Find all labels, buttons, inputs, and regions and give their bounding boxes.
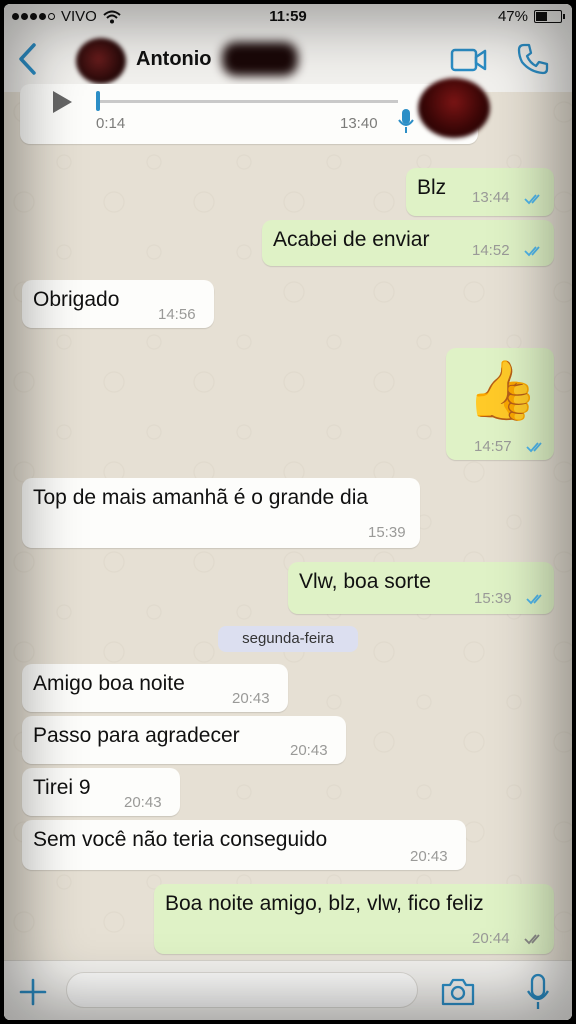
message-text: Tirei 9 [33,776,91,799]
message-outgoing-emoji[interactable]: 👍 14:57 [446,348,554,460]
camera-icon[interactable] [440,977,476,1007]
read-receipt-icon [524,246,540,257]
message-incoming[interactable]: Amigo boa noite 20:43 [22,664,288,712]
play-icon[interactable] [50,90,74,114]
message-text: Boa noite amigo, blz, vlw, fico feliz [165,892,484,915]
delivered-receipt-icon [524,934,540,945]
battery-percent: 47% [497,8,528,25]
message-time: 13:44 [472,189,510,206]
message-time: 20:44 [472,930,510,947]
message-incoming[interactable]: Passo para agradecer 20:43 [22,716,346,764]
mic-icon [398,109,414,133]
message-text: Obrigado [33,288,120,311]
message-time: 13:40 [340,115,378,132]
message-outgoing[interactable]: Blz 13:44 [406,168,554,216]
message-outgoing[interactable]: Vlw, boa sorte 15:39 [288,562,554,614]
contact-name[interactable]: Antonio [136,48,212,71]
message-time: 20:43 [410,848,448,865]
message-text: Vlw, boa sorte [299,570,431,593]
message-outgoing[interactable]: Boa noite amigo, blz, vlw, fico feliz 20… [154,884,554,954]
message-time: 15:39 [368,524,406,541]
message-time: 20:43 [124,794,162,811]
battery-icon [534,10,565,23]
audio-progress-handle[interactable] [96,91,100,111]
message-outgoing[interactable]: Acabei de enviar 14:52 [262,220,554,266]
message-incoming[interactable]: Sem você não teria conseguido 20:43 [22,820,466,870]
message-time: 14:57 [474,438,512,455]
date-separator: segunda-feira [218,626,358,652]
audio-progress-track[interactable] [98,100,398,103]
message-incoming[interactable]: Tirei 9 20:43 [22,768,180,816]
message-time: 14:52 [472,242,510,259]
chat-area[interactable]: 0:14 13:40 Blz 13:44 Acabei de enviar 14… [4,78,572,960]
message-text: Acabei de enviar [273,228,430,251]
back-icon[interactable] [14,42,42,76]
message-time: 20:43 [290,742,328,759]
read-receipt-icon [526,442,542,453]
message-time: 14:56 [158,306,196,323]
mic-icon[interactable] [526,973,550,1011]
audio-duration: 0:14 [96,115,126,132]
message-text: Passo para agradecer [33,724,240,747]
battery-indicator: 47% [497,8,565,25]
screen: VIVO 11:59 47% Antonio 0:14 13:40 Blz 13… [4,4,572,1020]
message-input[interactable] [66,972,418,1008]
sender-avatar [418,78,490,138]
clock: 11:59 [269,8,307,25]
read-receipt-icon [526,594,542,605]
message-text: Blz [417,176,447,199]
audio-message[interactable]: 0:14 13:40 [20,78,490,144]
status-bar: VIVO 11:59 47% [4,4,572,28]
message-incoming[interactable]: Obrigado 14:56 [22,280,214,328]
message-text: Amigo boa noite [33,672,185,695]
message-time: 20:43 [232,690,270,707]
contact-avatar[interactable] [76,38,126,84]
read-receipt-icon [524,194,540,205]
message-incoming[interactable]: Top de mais amanhã é o grande dia 15:39 [22,478,420,548]
redacted-surname [222,42,298,76]
message-text: Sem você não teria conseguido [33,828,328,851]
message-text: Top de mais amanhã é o grande dia [33,486,369,509]
video-call-icon[interactable] [450,46,488,74]
message-time: 15:39 [474,590,512,607]
composer-bar [4,960,572,1020]
thumbs-up-icon: 👍 [466,358,539,423]
plus-icon[interactable] [18,977,48,1007]
phone-icon[interactable] [516,42,550,76]
